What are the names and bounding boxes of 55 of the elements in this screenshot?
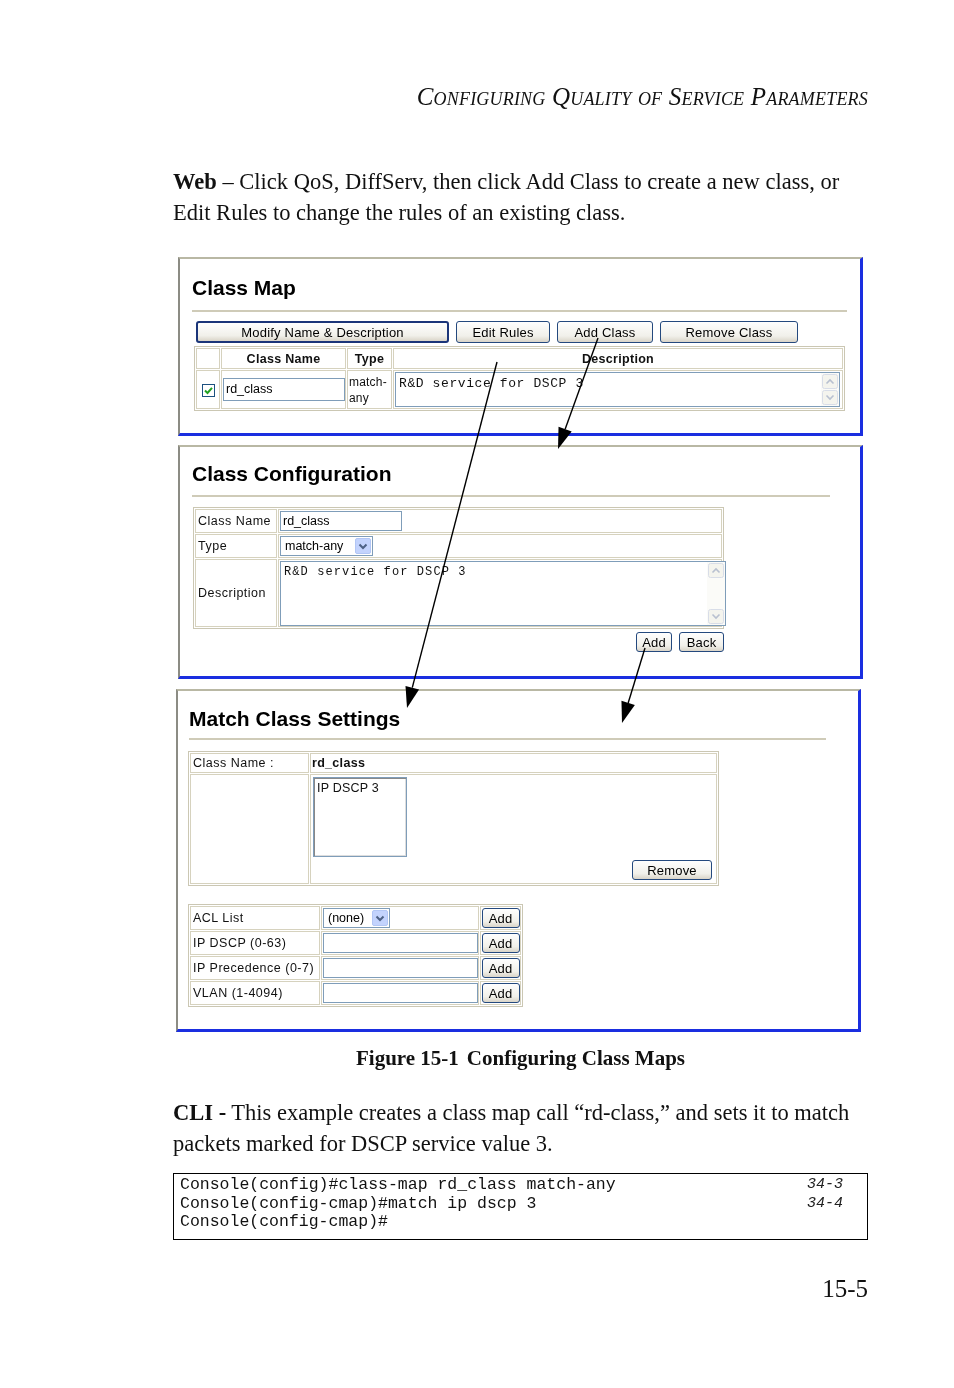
- field-label: Class Name :: [190, 753, 309, 773]
- scroll-down-icon[interactable]: [822, 390, 838, 405]
- class-name-value: rd_class: [310, 753, 717, 773]
- field-label: Description: [195, 559, 277, 627]
- input-field[interactable]: [323, 958, 478, 978]
- chevron-down-icon[interactable]: [372, 910, 388, 926]
- code-line: Console(config-cmap)#: [180, 1213, 388, 1232]
- scroll-up-icon[interactable]: [708, 562, 724, 578]
- add-class-button[interactable]: Add Class: [557, 321, 653, 343]
- acl-select[interactable]: (none): [323, 908, 390, 928]
- remove-class-button[interactable]: Remove Class: [660, 321, 798, 343]
- type-select[interactable]: match-any: [280, 536, 373, 556]
- code-line: Console(config)#class-map rd_class match-any: [180, 1176, 616, 1195]
- checkbox[interactable]: [201, 383, 215, 397]
- intro-paragraph: Web – Click QoS, DiffServ, then click Add Class to create a new class, or Edit Rules to change the rules of an existing class.: [173, 168, 841, 227]
- add-button[interactable]: Add: [481, 983, 520, 1003]
- panel-title: Class Map: [192, 276, 296, 300]
- scroll-down-icon[interactable]: [708, 608, 724, 624]
- field-label: IP Precedence (0-7): [190, 956, 320, 980]
- code-line: Console(config-cmap)#match ip dscp 3: [180, 1194, 537, 1213]
- scroll-up-icon[interactable]: [822, 374, 838, 389]
- column-header: Type: [347, 348, 392, 369]
- field-label: Class Name: [195, 509, 277, 533]
- page-number: 15-5: [822, 1273, 868, 1304]
- panel-title: Class Configuration: [192, 462, 392, 486]
- cli-paragraph: CLI - This example creates a class map call “rd-class,” and sets it to match packets marked for DSCP service value 3.: [173, 1099, 851, 1158]
- rule-listbox[interactable]: IP DSCP 3: [313, 777, 407, 857]
- reference-text: 34-4: [807, 1194, 843, 1213]
- back-button[interactable]: Back: [679, 632, 724, 652]
- modify-name-button[interactable]: Modify Name & Description: [196, 321, 449, 343]
- add-button[interactable]: Add: [481, 958, 520, 978]
- field-label: VLAN (1-4094): [190, 981, 320, 1005]
- field-label: Type: [195, 534, 277, 558]
- panel-title: Match Class Settings: [189, 707, 401, 731]
- running-title: Configuring Quality of Service Parameters: [416, 82, 868, 112]
- reference-text: 34-3: [807, 1176, 843, 1195]
- input-field[interactable]: [323, 933, 478, 953]
- edit-rules-button[interactable]: Edit Rules: [456, 321, 550, 343]
- remove-button[interactable]: Remove: [632, 860, 712, 880]
- input-field[interactable]: [323, 983, 478, 1003]
- add-button[interactable]: Add: [481, 933, 520, 953]
- class-name-field[interactable]: rd_class: [223, 378, 345, 401]
- add-button[interactable]: Add: [636, 632, 672, 652]
- figure-title: Configuring Class Maps: [466, 1046, 686, 1070]
- list-option[interactable]: IP DSCP 3: [316, 781, 404, 795]
- figure-label: Figure 15-1: [355, 1046, 459, 1070]
- chevron-down-icon[interactable]: [355, 538, 371, 554]
- scrollbar[interactable]: [707, 561, 725, 625]
- field-label: ACL List: [190, 906, 320, 930]
- field-label: IP DSCP (0-63): [190, 931, 320, 955]
- type-text: match-any: [347, 370, 392, 409]
- column-header: Class Name: [221, 348, 346, 369]
- class-name-field[interactable]: rd_class: [280, 511, 402, 531]
- add-button[interactable]: Add: [481, 908, 520, 928]
- scrollbar[interactable]: [821, 373, 839, 406]
